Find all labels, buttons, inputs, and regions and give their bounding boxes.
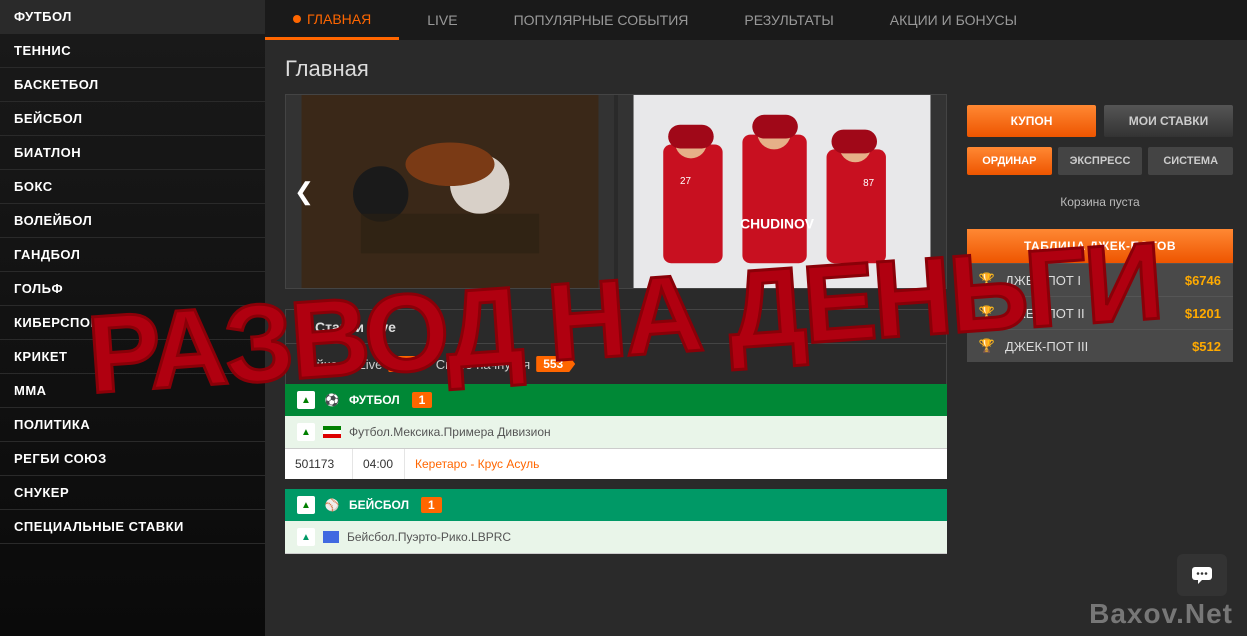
basket-empty-text: Корзина пуста bbox=[967, 187, 1233, 229]
mexico-flag-icon bbox=[323, 426, 341, 438]
sidebar-item-esports[interactable]: КИБЕРСПОРТ bbox=[0, 306, 265, 340]
puerto-rico-flag-icon bbox=[323, 531, 339, 543]
svg-text:CHUDINOV: CHUDINOV bbox=[740, 216, 815, 232]
tab-starting-soon[interactable]: Скоро начнутся 553 bbox=[436, 356, 575, 372]
sport-name-football: ФУТБОЛ bbox=[349, 393, 400, 407]
jackpot-amount-3: $512 bbox=[1192, 339, 1221, 354]
match-id: 501173 bbox=[285, 449, 353, 479]
carousel-slide-2[interactable]: CHUDINOV 27 87 bbox=[618, 95, 946, 288]
live-tabs: Сейчас в Live 19 Скоро начнутся 553 bbox=[285, 344, 947, 384]
league-row-pr[interactable]: ▲ Бейсбол.Пуэрто-Рико.LBPRC bbox=[285, 521, 947, 554]
live-bets-title: Ставки Live bbox=[315, 319, 396, 335]
sidebar-item-cricket[interactable]: КРИКЕТ bbox=[0, 340, 265, 374]
promo-carousel: ❮ bbox=[285, 94, 947, 289]
sidebar-item-tennis[interactable]: ТЕННИС bbox=[0, 34, 265, 68]
bet-type-express[interactable]: ЭКСПРЕСС bbox=[1058, 147, 1143, 175]
jackpot-name-3: ДЖЕК-ПОТ III bbox=[1005, 339, 1088, 354]
baseball-count: 1 bbox=[421, 497, 442, 513]
tab-my-bets[interactable]: МОИ СТАВКИ bbox=[1104, 105, 1233, 137]
svg-text:87: 87 bbox=[863, 178, 874, 189]
right-panel: КУПОН МОИ СТАВКИ ОРДИНАР ЭКСПРЕСС СИСТЕМ… bbox=[967, 40, 1247, 636]
sidebar-item-rugby[interactable]: РЕГБИ СОЮЗ bbox=[0, 442, 265, 476]
sidebar-item-handball[interactable]: ГАНДБОЛ bbox=[0, 238, 265, 272]
baseball-icon: ⚾ bbox=[323, 496, 341, 514]
trophy-icon: 🏆 bbox=[979, 272, 995, 288]
jackpot-row-2: 🏆 ДЖЕК-ПОТ II $1201 bbox=[967, 296, 1233, 329]
top-navigation: ГЛАВНАЯ LIVE ПОПУЛЯРНЫЕ СОБЫТИЯ РЕЗУЛЬТА… bbox=[265, 0, 1247, 40]
carousel-slide-1[interactable] bbox=[286, 95, 614, 288]
jackpot-table-header: ТАБЛИЦА ДЖЕК-ПОТОВ bbox=[967, 229, 1233, 263]
football-image bbox=[286, 95, 614, 288]
collapse-icon[interactable]: ▲ bbox=[297, 496, 315, 514]
league-name-pr: Бейсбол.Пуэрто-Рико.LBPRC bbox=[347, 530, 511, 544]
collapse-icon[interactable]: ▲ bbox=[297, 391, 315, 409]
svg-text:27: 27 bbox=[680, 176, 691, 187]
live-now-count: 19 bbox=[388, 356, 420, 372]
sport-header-baseball[interactable]: ▲ ⚾ БЕЙСБОЛ 1 bbox=[285, 489, 947, 521]
page-title: Главная bbox=[285, 56, 947, 82]
active-indicator-icon bbox=[293, 15, 301, 23]
match-time: 04:00 bbox=[353, 449, 405, 479]
sidebar-item-boxing[interactable]: БОКС bbox=[0, 170, 265, 204]
collapse-icon[interactable]: ▲ bbox=[297, 423, 315, 441]
match-teams[interactable]: Керетаро - Крус Асуль bbox=[405, 449, 947, 479]
sidebar-item-volleyball[interactable]: ВОЛЕЙБОЛ bbox=[0, 204, 265, 238]
sidebar-item-politics[interactable]: ПОЛИТИКА bbox=[0, 408, 265, 442]
nav-main-label: ГЛАВНАЯ bbox=[307, 11, 371, 27]
football-icon: ⚽ bbox=[323, 391, 341, 409]
trophy-icon: 🏆 bbox=[979, 338, 995, 354]
tab-coupon[interactable]: КУПОН bbox=[967, 105, 1096, 137]
league-name: Футбол.Мексика.Примера Дивизион bbox=[349, 425, 551, 439]
soon-count: 553 bbox=[536, 356, 575, 372]
sport-header-football[interactable]: ▲ ⚽ ФУТБОЛ 1 bbox=[285, 384, 947, 416]
tab-live-now[interactable]: Сейчас в Live 19 bbox=[300, 356, 421, 372]
trophy-icon: 🏆 bbox=[979, 305, 995, 321]
chat-button[interactable] bbox=[1177, 554, 1227, 596]
bet-type-system[interactable]: СИСТЕМА bbox=[1148, 147, 1233, 175]
left-sidebar: ФУТБОЛ ТЕННИС БАСКЕТБОЛ БЕЙСБОЛ БИАТЛОН … bbox=[0, 0, 265, 636]
football-count: 1 bbox=[412, 392, 433, 408]
tab-soon-label: Скоро начнутся bbox=[436, 357, 530, 372]
nav-promo[interactable]: АКЦИИ И БОНУСЫ bbox=[862, 0, 1045, 40]
sidebar-item-football[interactable]: ФУТБОЛ bbox=[0, 0, 265, 34]
hockey-image: CHUDINOV 27 87 bbox=[618, 95, 946, 288]
bet-type-single[interactable]: ОРДИНАР bbox=[967, 147, 1052, 175]
nav-results[interactable]: РЕЗУЛЬТАТЫ bbox=[716, 0, 861, 40]
jackpot-name-1: ДЖЕК-ПОТ I bbox=[1005, 273, 1081, 288]
jackpot-row-1: 🏆 ДЖЕК-ПОТ I $6746 bbox=[967, 263, 1233, 296]
jackpot-amount-2: $1201 bbox=[1185, 306, 1221, 321]
match-row: 501173 04:00 Керетаро - Крус Асуль bbox=[285, 449, 947, 479]
sidebar-item-snooker[interactable]: СНУКЕР bbox=[0, 476, 265, 510]
chat-icon bbox=[1190, 565, 1214, 585]
jackpot-name-2: ДЖЕК-ПОТ II bbox=[1005, 306, 1085, 321]
watermark-text: Baxov.Net bbox=[1089, 598, 1233, 630]
sidebar-item-baseball[interactable]: БЕЙСБОЛ bbox=[0, 102, 265, 136]
sport-name-baseball: БЕЙСБОЛ bbox=[349, 498, 409, 512]
live-bets-header[interactable]: ▸ Ставки Live bbox=[285, 309, 947, 344]
main-content: ГЛАВНАЯ LIVE ПОПУЛЯРНЫЕ СОБЫТИЯ РЕЗУЛЬТА… bbox=[265, 0, 1247, 636]
jackpot-amount-1: $6746 bbox=[1185, 273, 1221, 288]
collapse-icon[interactable]: ▲ bbox=[297, 528, 315, 546]
sidebar-item-basketball[interactable]: БАСКЕТБОЛ bbox=[0, 68, 265, 102]
sidebar-item-biathlon[interactable]: БИАТЛОН bbox=[0, 136, 265, 170]
carousel-prev-icon[interactable]: ❮ bbox=[294, 177, 314, 206]
nav-live[interactable]: LIVE bbox=[399, 0, 485, 40]
league-row-mexico[interactable]: ▲ Футбол.Мексика.Примера Дивизион bbox=[285, 416, 947, 449]
jackpot-row-3: 🏆 ДЖЕК-ПОТ III $512 bbox=[967, 329, 1233, 362]
nav-popular[interactable]: ПОПУЛЯРНЫЕ СОБЫТИЯ bbox=[486, 0, 717, 40]
sidebar-item-specials[interactable]: СПЕЦИАЛЬНЫЕ СТАВКИ bbox=[0, 510, 265, 544]
tab-live-now-label: Сейчас в Live bbox=[300, 357, 382, 372]
nav-main[interactable]: ГЛАВНАЯ bbox=[265, 0, 399, 40]
sidebar-item-mma[interactable]: ММА bbox=[0, 374, 265, 408]
sidebar-item-golf[interactable]: ГОЛЬФ bbox=[0, 272, 265, 306]
